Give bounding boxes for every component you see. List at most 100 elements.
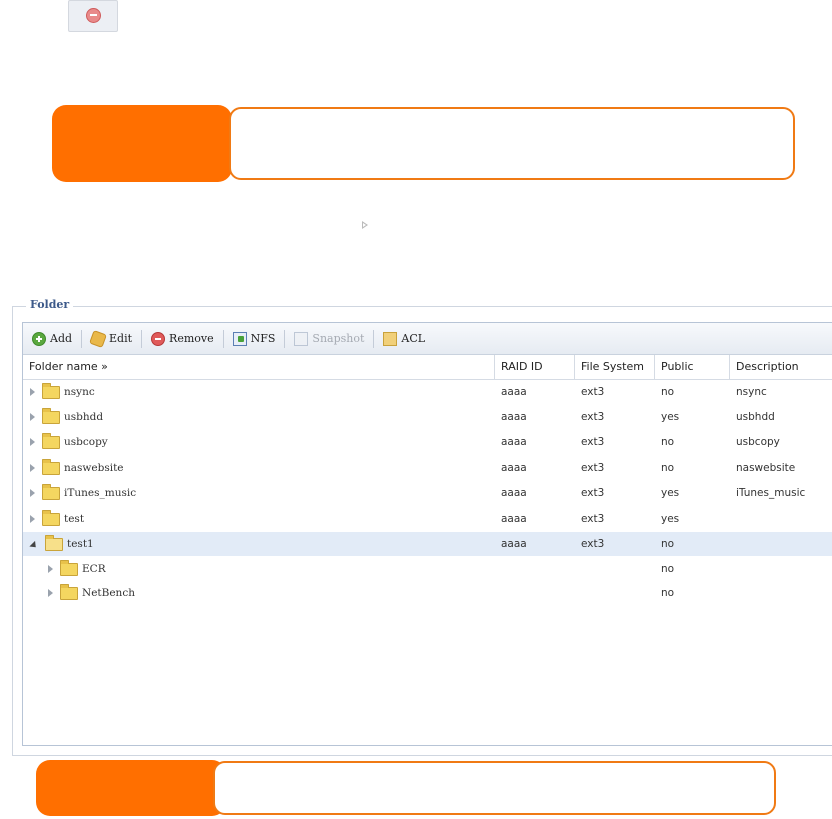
folder-name: naswebsite (64, 462, 124, 474)
raid-id-cell: aaaa (501, 462, 527, 474)
column-header-description[interactable]: Description (730, 355, 832, 379)
fieldset-legend: Folder (26, 298, 74, 311)
nfs-button[interactable]: NFS (230, 327, 279, 351)
folder-name-cell: ECR (23, 557, 495, 581)
public-cell: yes (661, 513, 680, 525)
description-cell (730, 532, 832, 556)
column-header-file-system[interactable]: File System (575, 355, 655, 379)
edit-label: Edit (109, 332, 133, 345)
table-header: Folder name » RAID ID File System Public… (23, 355, 832, 380)
folder-name: test (64, 513, 85, 525)
public-cell: no (661, 386, 675, 398)
expand-arrow-icon (362, 221, 368, 229)
edit-button[interactable]: Edit (88, 327, 135, 351)
add-button[interactable]: Add (29, 327, 75, 351)
toolbar-separator (81, 329, 83, 348)
table-row[interactable]: test1 aaaa ext3 no (23, 532, 832, 556)
public-cell: no (661, 462, 675, 474)
file-system-cell (575, 557, 655, 581)
toolbar-separator (141, 329, 143, 348)
column-header-public[interactable]: Public (655, 355, 730, 379)
raid-id-cell: aaaa (501, 513, 527, 525)
column-header-folder-name[interactable]: Folder name » (23, 355, 495, 379)
public-cell: no (661, 436, 675, 448)
description-cell: usbhdd (736, 411, 775, 423)
expand-arrow-icon[interactable] (48, 565, 53, 573)
table-row[interactable]: ECR no (23, 557, 832, 581)
raid-id-cell: aaaa (501, 538, 527, 550)
file-system-cell: ext3 (581, 513, 605, 525)
callout-tag-bottom (36, 760, 226, 816)
raid-id-cell: aaaa (501, 487, 527, 499)
folder-icon (42, 458, 60, 475)
folder-icon (60, 559, 78, 576)
acl-label: ACL (401, 332, 426, 345)
table-row[interactable]: nsync aaaa ext3 no nsync (23, 380, 832, 404)
folder-icon (42, 432, 60, 449)
toolbar-separator (373, 329, 375, 348)
folder-icon (42, 407, 60, 424)
add-icon (32, 331, 46, 346)
raid-id-cell (495, 581, 575, 605)
public-cell: no (661, 563, 675, 575)
toolbar-separator (222, 329, 224, 348)
remove-icon (86, 8, 101, 23)
column-header-raid-id[interactable]: RAID ID (495, 355, 575, 379)
callout-box-top (229, 107, 795, 180)
folder-panel: Add Edit Remove NFS Snapshot ACL Folder … (22, 322, 832, 746)
folder-name-cell: NetBench (23, 581, 495, 605)
description-cell (730, 581, 832, 605)
toolbar: Add Edit Remove NFS Snapshot ACL (23, 323, 832, 355)
nfs-label: NFS (250, 332, 276, 345)
snapshot-button[interactable]: Snapshot (291, 327, 367, 351)
public-cell: yes (661, 487, 680, 499)
description-cell: nsync (736, 386, 767, 398)
add-label: Add (50, 332, 73, 345)
expand-arrow-icon[interactable] (48, 589, 53, 597)
table-row[interactable]: NetBench no (23, 581, 832, 605)
file-system-cell: ext3 (581, 436, 605, 448)
file-system-cell: ext3 (581, 487, 605, 499)
expand-arrow-icon[interactable] (30, 438, 35, 446)
expand-arrow-icon[interactable] (30, 489, 35, 497)
folder-name-cell: test1 (23, 532, 495, 556)
raid-id-cell: aaaa (501, 436, 527, 448)
folder-icon (42, 382, 60, 399)
folder-name-cell: usbhdd (23, 405, 495, 429)
public-cell: yes (661, 411, 680, 423)
table-row[interactable]: naswebsite aaaa ext3 no naswebsite (23, 456, 832, 480)
callout-tag-top (52, 105, 232, 182)
expand-arrow-icon[interactable] (30, 515, 35, 523)
folder-name: nsync (64, 386, 95, 398)
table-row[interactable]: usbhdd aaaa ext3 yes usbhdd (23, 405, 832, 429)
public-cell: no (661, 587, 675, 599)
raid-id-cell: aaaa (501, 386, 527, 398)
folder-name: ECR (82, 563, 106, 575)
expand-arrow-icon[interactable] (30, 388, 35, 396)
acl-button[interactable]: ACL (380, 327, 428, 351)
folder-icon (45, 534, 63, 551)
raid-id-cell (495, 557, 575, 581)
folder-name: NetBench (82, 587, 135, 599)
folder-name: iTunes_music (64, 487, 137, 499)
edit-icon (89, 329, 108, 348)
remove-icon-button[interactable] (68, 0, 118, 32)
toolbar-separator (284, 329, 286, 348)
collapse-arrow-icon[interactable] (29, 540, 39, 550)
remove-button[interactable]: Remove (148, 327, 217, 351)
table-row[interactable]: usbcopy aaaa ext3 no usbcopy (23, 430, 832, 454)
description-cell: usbcopy (736, 436, 780, 448)
expand-arrow-icon[interactable] (30, 464, 35, 472)
snapshot-label: Snapshot (312, 332, 365, 345)
folder-name: usbhdd (64, 411, 104, 423)
table-row[interactable]: iTunes_music aaaa ext3 yes iTunes_music (23, 481, 832, 505)
callout-box-bottom (213, 761, 776, 815)
expand-arrow-icon[interactable] (30, 413, 35, 421)
public-cell: no (661, 538, 675, 550)
folder-icon (60, 583, 78, 600)
folder-name-cell: iTunes_music (23, 481, 495, 505)
table-row[interactable]: test aaaa ext3 yes (23, 507, 832, 531)
folder-name-cell: test (23, 507, 495, 531)
raid-id-cell: aaaa (501, 411, 527, 423)
file-system-cell: ext3 (581, 538, 605, 550)
